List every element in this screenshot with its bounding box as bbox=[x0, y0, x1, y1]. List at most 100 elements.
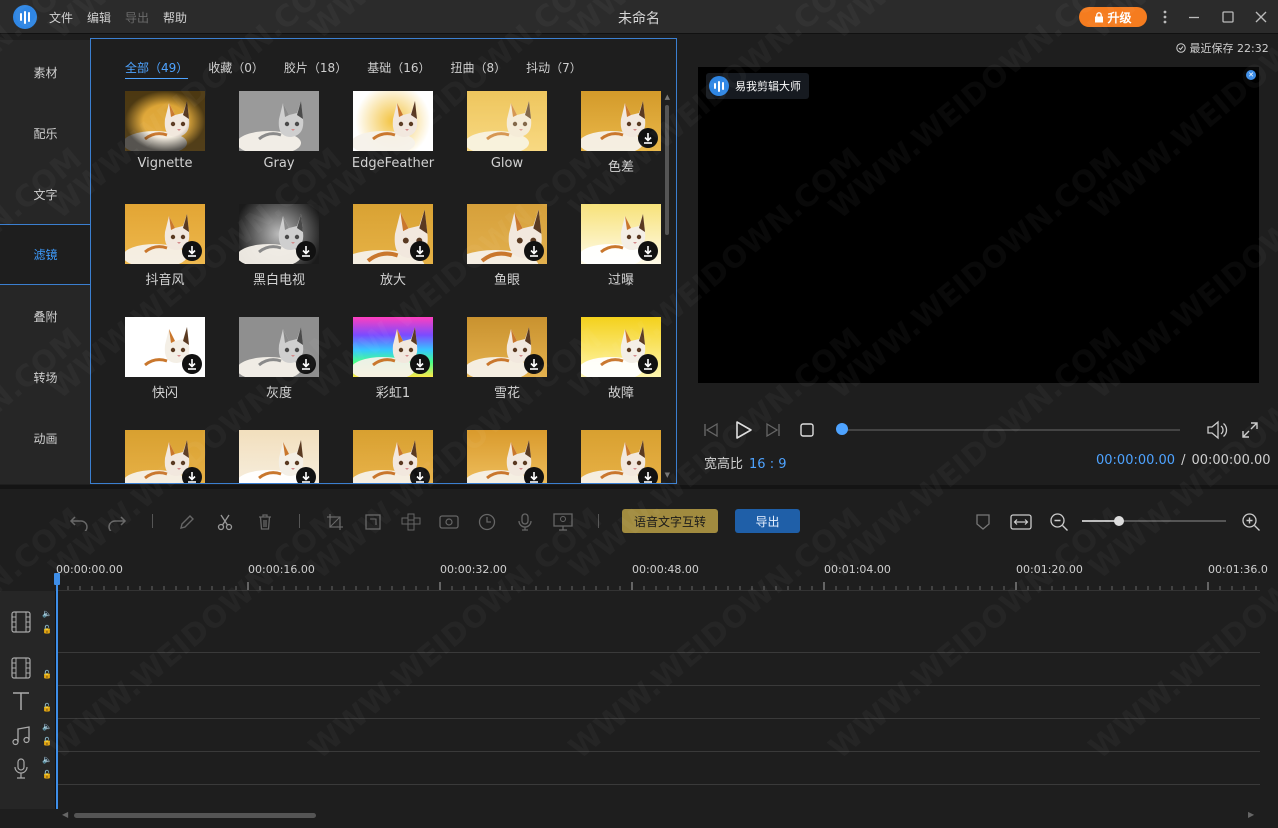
minimize-icon[interactable] bbox=[1183, 6, 1205, 28]
download-icon[interactable] bbox=[524, 467, 544, 483]
tab-shake[interactable]: 抖动（7） bbox=[526, 59, 582, 79]
sidebar-item-overlay[interactable]: 叠附 bbox=[0, 286, 91, 347]
volume-icon[interactable] bbox=[1206, 418, 1228, 442]
undo-icon[interactable] bbox=[68, 511, 90, 533]
filter-tile[interactable] bbox=[353, 430, 433, 483]
tab-basic[interactable]: 基础（16） bbox=[367, 59, 430, 79]
music-track[interactable] bbox=[56, 719, 1260, 752]
upgrade-button[interactable]: 升级 bbox=[1079, 7, 1147, 27]
filter-thumbnail[interactable] bbox=[581, 430, 661, 483]
tab-all[interactable]: 全部（49） bbox=[125, 59, 189, 79]
filter-tile[interactable]: 放大 bbox=[353, 204, 433, 288]
track-lock-icon[interactable]: 🔓 bbox=[42, 770, 52, 779]
download-icon[interactable] bbox=[410, 354, 430, 374]
microphone-icon[interactable] bbox=[514, 511, 536, 533]
mosaic-icon[interactable] bbox=[400, 511, 422, 533]
filter-thumbnail[interactable] bbox=[467, 91, 547, 151]
sidebar-item-music[interactable]: 配乐 bbox=[0, 103, 91, 164]
filter-thumbnail[interactable] bbox=[239, 430, 319, 483]
sidebar-item-animation[interactable]: 动画 bbox=[0, 408, 91, 469]
tab-film[interactable]: 胶片（18） bbox=[284, 59, 347, 79]
scroll-right-icon[interactable]: ▶ bbox=[1248, 810, 1254, 819]
filter-thumbnail[interactable] bbox=[239, 204, 319, 264]
filter-tile[interactable] bbox=[125, 430, 205, 483]
maximize-icon[interactable] bbox=[1217, 6, 1239, 28]
filter-thumbnail[interactable] bbox=[353, 317, 433, 377]
video-track[interactable] bbox=[56, 591, 1260, 653]
filter-tile[interactable]: 鱼眼 bbox=[467, 204, 547, 288]
filter-tile[interactable]: 雪花 bbox=[467, 317, 547, 401]
track-lock-icon[interactable]: 🔓 bbox=[42, 703, 52, 712]
pip-track[interactable] bbox=[56, 653, 1260, 686]
sidebar-item-media[interactable]: 素材 bbox=[0, 42, 91, 103]
menu-edit[interactable]: 编辑 bbox=[87, 9, 111, 26]
marker-icon[interactable] bbox=[972, 511, 994, 533]
filter-thumbnail[interactable] bbox=[125, 317, 205, 377]
filter-tile[interactable]: 彩虹1 bbox=[353, 317, 433, 401]
delete-icon[interactable] bbox=[254, 511, 276, 533]
filter-tile[interactable]: 故障 bbox=[581, 317, 661, 401]
resize-icon[interactable] bbox=[362, 511, 384, 533]
filter-thumbnail[interactable] bbox=[467, 430, 547, 483]
download-icon[interactable] bbox=[296, 354, 316, 374]
track-mute-icon[interactable]: 🔈 bbox=[42, 755, 52, 764]
video-preview[interactable]: 易我剪辑大师 ✕ bbox=[698, 67, 1259, 383]
filter-tile[interactable]: Glow bbox=[467, 91, 547, 171]
tab-favorites[interactable]: 收藏（0） bbox=[208, 59, 264, 79]
redo-icon[interactable] bbox=[106, 511, 128, 533]
voice-track[interactable] bbox=[56, 752, 1260, 785]
zoom-in-icon[interactable] bbox=[1240, 511, 1262, 533]
tab-distort[interactable]: 扭曲（8） bbox=[450, 59, 506, 79]
scissors-icon[interactable] bbox=[214, 511, 236, 533]
duration-clock-icon[interactable] bbox=[476, 511, 498, 533]
zoom-slider-handle[interactable] bbox=[1114, 516, 1125, 526]
screen-record-icon[interactable] bbox=[552, 511, 574, 533]
download-icon[interactable] bbox=[182, 467, 202, 483]
filter-tile[interactable]: Gray bbox=[239, 91, 319, 171]
filter-thumbnail[interactable] bbox=[467, 317, 547, 377]
track-lock-icon[interactable]: 🔓 bbox=[42, 625, 52, 634]
stop-icon[interactable] bbox=[798, 418, 816, 442]
download-icon[interactable] bbox=[638, 467, 658, 483]
close-badge-icon[interactable]: ✕ bbox=[1246, 70, 1256, 80]
download-icon[interactable] bbox=[296, 241, 316, 261]
filter-thumbnail[interactable] bbox=[353, 430, 433, 483]
filter-tile[interactable]: 灰度 bbox=[239, 317, 319, 401]
filter-tile[interactable]: 黑白电视 bbox=[239, 204, 319, 288]
download-icon[interactable] bbox=[524, 241, 544, 261]
filter-thumbnail[interactable] bbox=[467, 204, 547, 264]
download-icon[interactable] bbox=[638, 354, 658, 374]
freeze-frame-icon[interactable] bbox=[438, 511, 460, 533]
menu-export[interactable]: 导出 bbox=[125, 9, 149, 26]
filter-tile[interactable]: 抖音风 bbox=[125, 204, 205, 288]
filter-thumbnail[interactable] bbox=[125, 204, 205, 264]
filter-tile[interactable]: 过曝 bbox=[581, 204, 661, 288]
more-options-icon[interactable] bbox=[1154, 6, 1176, 28]
filter-tile[interactable] bbox=[581, 430, 661, 483]
filter-tile[interactable] bbox=[467, 430, 547, 483]
download-icon[interactable] bbox=[182, 241, 202, 261]
filter-tile[interactable]: 快闪 bbox=[125, 317, 205, 401]
download-icon[interactable] bbox=[410, 467, 430, 483]
timeline-scrollbar[interactable] bbox=[74, 813, 316, 818]
scroll-up-icon[interactable]: ▲ bbox=[665, 93, 670, 101]
playhead-line[interactable] bbox=[56, 573, 58, 809]
filter-thumbnail[interactable] bbox=[239, 317, 319, 377]
track-lock-icon[interactable]: 🔓 bbox=[42, 737, 52, 746]
download-icon[interactable] bbox=[638, 128, 658, 148]
filter-thumbnail[interactable] bbox=[125, 430, 205, 483]
track-lock-icon[interactable]: 🔓 bbox=[42, 670, 52, 679]
filter-tile[interactable]: EdgeFeather bbox=[352, 91, 434, 171]
filter-tile[interactable]: Vignette bbox=[125, 91, 205, 171]
seek-bar[interactable] bbox=[840, 429, 1180, 431]
menu-help[interactable]: 帮助 bbox=[163, 9, 187, 26]
filter-thumbnail[interactable] bbox=[581, 204, 661, 264]
download-icon[interactable] bbox=[524, 354, 544, 374]
scroll-down-icon[interactable]: ▼ bbox=[665, 471, 670, 479]
filter-thumbnail[interactable] bbox=[239, 91, 319, 151]
filter-thumbnail[interactable] bbox=[353, 91, 433, 151]
filter-thumbnail[interactable] bbox=[125, 91, 205, 151]
time-ruler[interactable]: 00:00:00.00 00:00:16.00 00:00:32.00 00:00:4… bbox=[56, 553, 1268, 591]
menu-file[interactable]: 文件 bbox=[49, 9, 73, 26]
seek-handle[interactable] bbox=[836, 423, 848, 435]
